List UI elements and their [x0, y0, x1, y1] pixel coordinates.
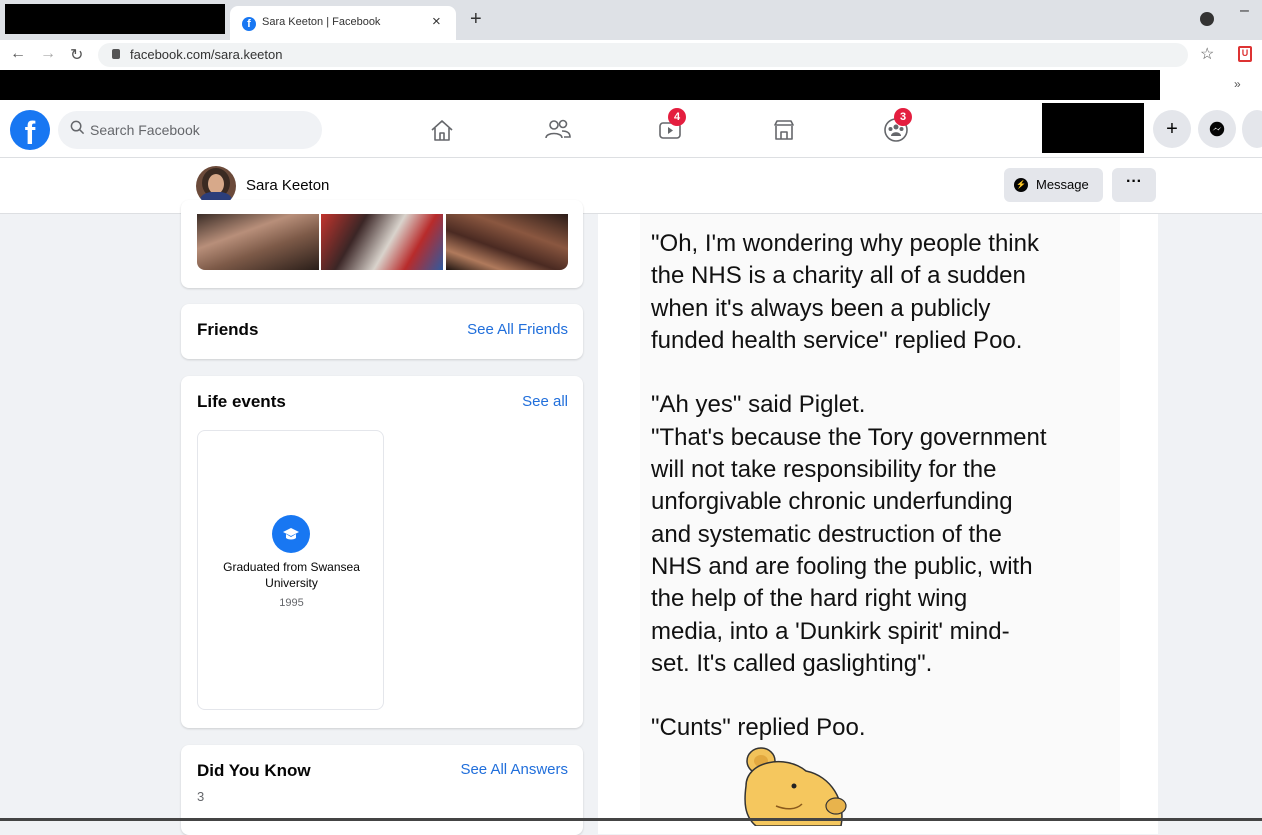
bookmark-star-icon[interactable]: ☆ [1200, 44, 1214, 64]
minimize-icon[interactable]: – [1240, 2, 1249, 20]
did-you-know-count: 3 [197, 789, 205, 804]
more-options-button[interactable]: ··· [1112, 168, 1156, 202]
watch-icon[interactable]: 4 [652, 108, 688, 148]
see-all-friends-link[interactable]: See All Friends [467, 321, 568, 338]
messenger-icon[interactable] [1198, 110, 1236, 148]
bookmarks-more-icon[interactable]: » [1234, 77, 1241, 91]
facebook-favicon-icon: f [242, 17, 256, 31]
reload-icon[interactable]: ↻ [70, 45, 83, 65]
browser-tab[interactable]: f Sara Keeton | Facebook × [230, 6, 456, 40]
extension-icon[interactable]: U [1238, 46, 1252, 62]
photo-thumbnail[interactable] [446, 214, 568, 270]
forward-arrow-icon[interactable]: → [40, 45, 56, 63]
see-all-life-events-link[interactable]: See all [522, 393, 568, 410]
search-placeholder: Search Facebook [90, 122, 200, 138]
winnie-the-pooh-illustration [736, 746, 866, 827]
lock-icon [112, 49, 120, 59]
see-all-answers-link[interactable]: See All Answers [460, 761, 568, 778]
groups-icon[interactable]: 3 [878, 108, 914, 148]
redacted-area [0, 70, 1160, 100]
profile-name[interactable]: Sara Keeton [246, 177, 329, 194]
redacted-area [1042, 103, 1144, 153]
watch-badge: 4 [668, 108, 686, 126]
facebook-logo-icon[interactable]: f [10, 110, 50, 150]
friends-title: Friends [197, 320, 259, 339]
messenger-icon: ⚡ [1014, 178, 1028, 192]
life-events-title: Life events [197, 392, 286, 411]
message-button[interactable]: ⚡ Message [1004, 168, 1103, 202]
photos-card [181, 200, 583, 288]
photo-thumbnail[interactable] [197, 214, 319, 270]
tab-title: Sara Keeton | Facebook [262, 16, 381, 28]
create-plus-icon[interactable]: + [1153, 110, 1191, 148]
back-arrow-icon[interactable]: ← [10, 45, 26, 63]
redacted-area [5, 4, 225, 34]
groups-badge: 3 [894, 108, 912, 126]
browser-profile-icon[interactable] [1200, 12, 1214, 26]
life-event-year: 1995 [279, 597, 304, 609]
url-text: facebook.com/sara.keeton [130, 47, 283, 62]
search-input[interactable]: Search Facebook [58, 111, 322, 149]
friends-icon[interactable] [540, 112, 576, 148]
home-icon[interactable] [424, 112, 460, 148]
new-tab-button[interactable]: + [470, 8, 482, 31]
browser-toolbar: ← → ↻ facebook.com/sara.keeton ☆ U [0, 40, 1262, 70]
close-tab-icon[interactable]: × [432, 13, 441, 30]
friends-card: Friends See All Friends [181, 304, 583, 359]
life-event-tile[interactable]: Graduated from Swansea University 1995 [197, 430, 384, 710]
did-you-know-card: Did You Know See All Answers 3 [181, 745, 583, 835]
address-bar[interactable]: facebook.com/sara.keeton [98, 43, 1188, 67]
marketplace-icon[interactable] [766, 112, 802, 148]
post-image-text: "Oh, I'm wondering why people think the … [651, 230, 1047, 742]
life-events-card: Life events See all Graduated from Swans… [181, 376, 583, 728]
life-event-title: Graduated from Swansea University [223, 560, 360, 590]
search-icon [70, 120, 85, 139]
graduation-cap-icon [272, 515, 310, 553]
photo-thumbnail[interactable] [321, 214, 443, 270]
did-you-know-title: Did You Know [197, 761, 311, 780]
message-label: Message [1036, 177, 1089, 192]
